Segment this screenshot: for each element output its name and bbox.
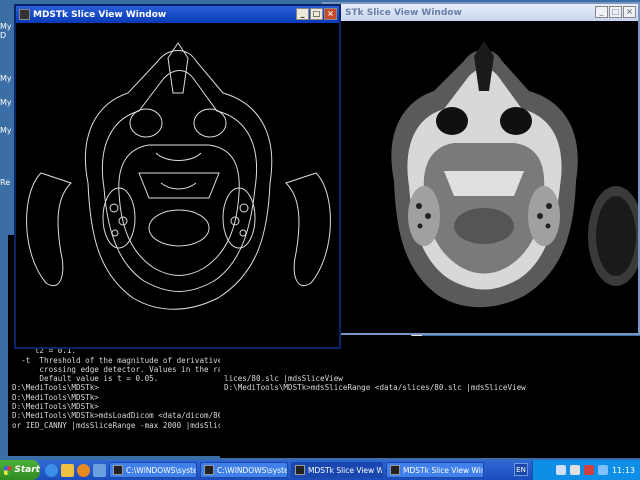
app-icon xyxy=(295,465,305,475)
clock[interactable]: 11:13 xyxy=(612,466,635,475)
edge-slice-image xyxy=(16,23,339,347)
language-indicator[interactable]: EN xyxy=(514,463,528,476)
console-line: lices/80.slc |mdsSliceView xyxy=(224,374,343,383)
taskbar-item-label: C:\WINDOWS\system32... xyxy=(126,465,197,475)
slice-view-window-left[interactable]: MDSTk Slice View Window _ □ × xyxy=(14,4,341,349)
maximize-button[interactable]: □ xyxy=(310,8,323,20)
app-icon xyxy=(390,465,400,475)
minimize-button[interactable]: _ xyxy=(595,6,608,18)
slice-view-window-right[interactable]: STk Slice View Window _ □ × xyxy=(322,2,640,335)
start-button[interactable]: Start xyxy=(0,460,40,480)
volume-icon[interactable] xyxy=(569,465,580,475)
taskbar-item[interactable]: C:\WINDOWS\system32... xyxy=(109,462,197,478)
console-line: D:\MediTools\MDSTk>mdsSliceRange <data/s… xyxy=(224,383,526,393)
title-bar[interactable]: MDSTk Slice View Window _ □ × xyxy=(16,6,339,23)
security-icon[interactable] xyxy=(583,465,594,475)
console-output: lices/80.slc |mdsSliceView D:\MediTools\M… xyxy=(224,374,526,393)
windows-logo-icon xyxy=(4,465,12,475)
maximize-button[interactable]: □ xyxy=(609,6,622,18)
taskbar-item-label: MDSTk Slice View Win... xyxy=(308,465,382,475)
minimize-button[interactable]: _ xyxy=(296,8,309,20)
window-title: STk Slice View Window xyxy=(345,7,462,18)
taskbar-item[interactable]: C:\WINDOWS\system32... xyxy=(200,462,288,478)
taskbar: Start C:\WINDOWS\system32... C:\WINDOWS\… xyxy=(0,460,640,480)
media-player-icon[interactable] xyxy=(77,463,90,477)
ie-icon[interactable] xyxy=(45,463,58,477)
taskbar-item[interactable]: MDSTk Slice View Win... xyxy=(291,462,383,478)
window-title: MDSTk Slice View Window xyxy=(33,9,167,20)
close-button[interactable]: × xyxy=(623,6,636,18)
network-icon[interactable] xyxy=(555,465,566,475)
taskbar-item-label: MDSTk Slice View Window xyxy=(403,465,483,475)
tray-app-icon[interactable] xyxy=(597,465,608,475)
console-icon xyxy=(204,465,214,475)
start-label: Start xyxy=(14,465,40,475)
taskbar-item[interactable]: MDSTk Slice View Window xyxy=(386,462,484,478)
system-tray: 11:13 xyxy=(532,460,640,480)
app-icon xyxy=(19,9,30,20)
console-window-right[interactable]: lices/80.slc |mdsSliceView D:\MediTools\M… xyxy=(220,336,640,458)
console-icon xyxy=(113,465,123,475)
title-bar[interactable]: STk Slice View Window _ □ × xyxy=(324,4,638,21)
ct-slice-image xyxy=(324,21,638,333)
folder-icon[interactable] xyxy=(61,463,74,477)
close-button[interactable]: × xyxy=(324,8,337,20)
show-desktop-icon[interactable] xyxy=(93,463,106,477)
taskbar-item-label: C:\WINDOWS\system32... xyxy=(217,465,288,475)
